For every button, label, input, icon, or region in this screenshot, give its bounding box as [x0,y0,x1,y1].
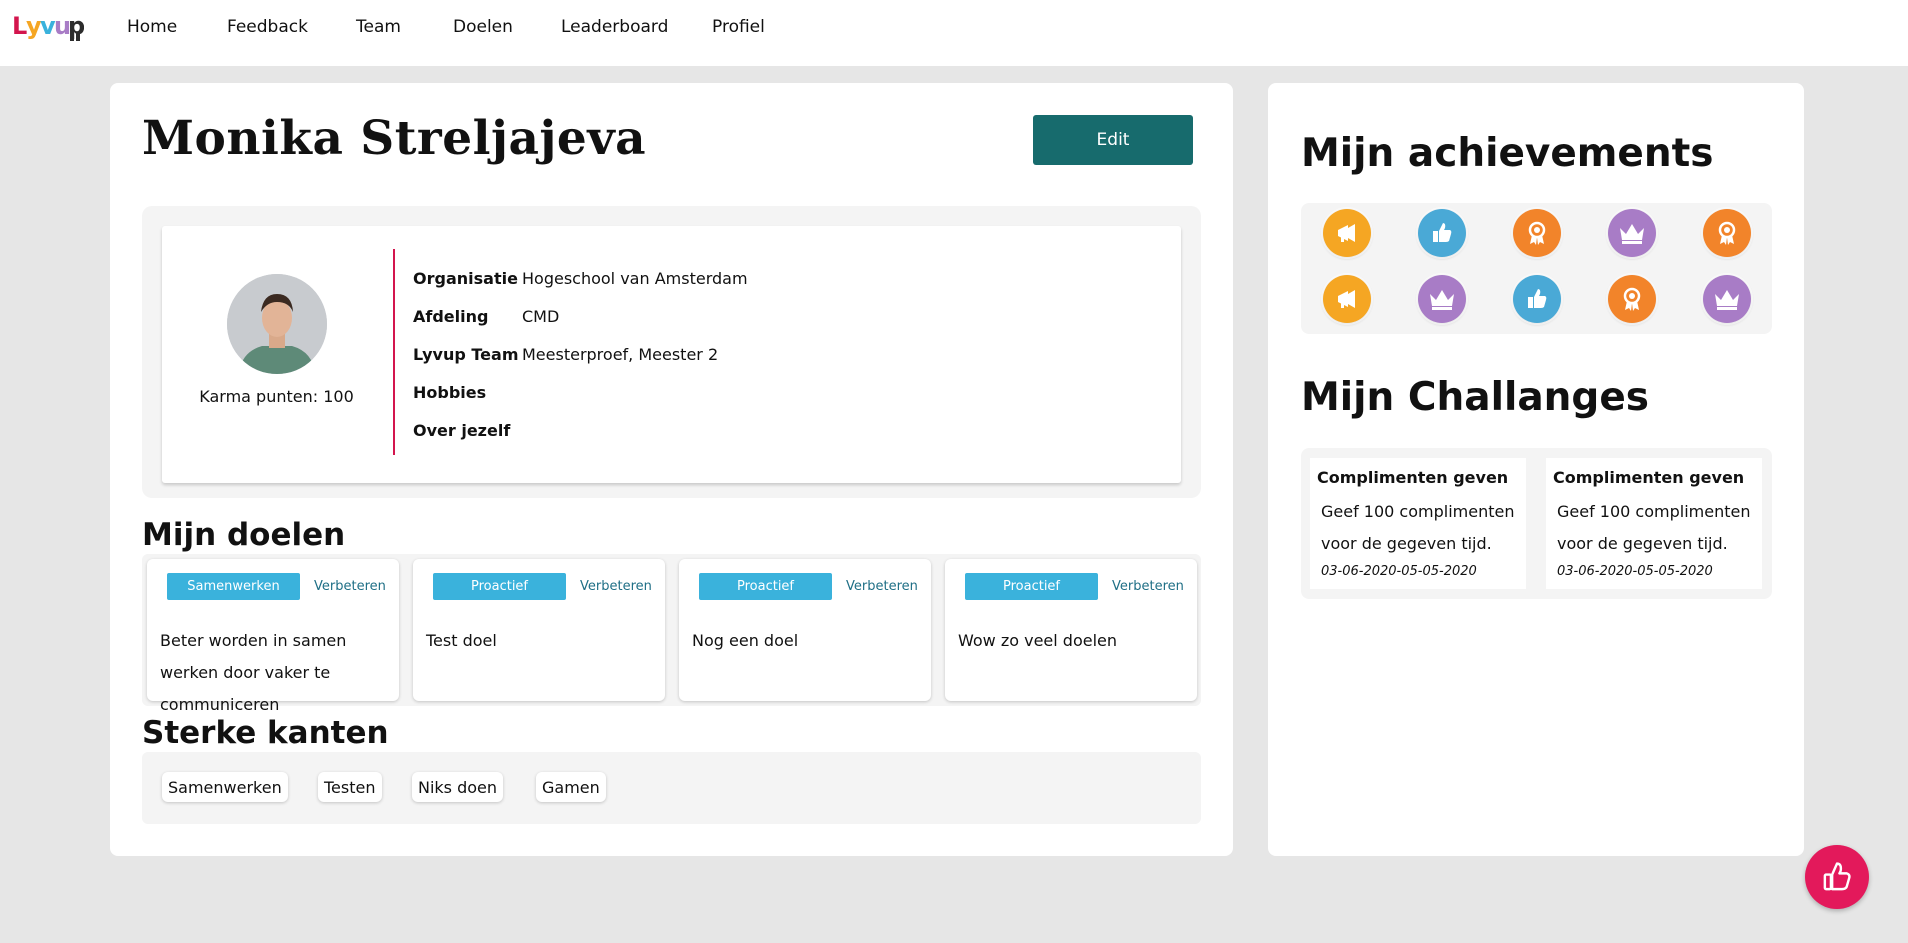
improve-link[interactable]: Verbeteren [1112,579,1184,594]
improve-link[interactable]: Verbeteren [580,579,652,594]
info-label: Afdeling [413,307,489,326]
medal-icon[interactable] [1703,209,1751,257]
karma-points: Karma punten: 100 [199,387,354,406]
goal-text: Test doel [426,631,497,650]
info-label: Organisatie [413,269,518,288]
challenge-title: Complimenten geven [1317,468,1509,487]
info-value: Meesterproef, Meester 2 [522,345,719,364]
profile-info-section: Karma punten: 100 Organisatie Hogeschool… [142,206,1201,498]
give-compliment-button[interactable] [1805,845,1869,909]
strength-chip: Testen [318,772,382,802]
challenge-card[interactable]: Complimenten geven Geef 100 complimenten… [1310,458,1526,589]
nav-team[interactable]: Team [356,17,401,37]
challenge-card[interactable]: Complimenten geven Geef 100 complimenten… [1546,458,1762,589]
nav-leaderboard[interactable]: Leaderboard [561,17,668,37]
crown-icon[interactable] [1703,275,1751,323]
nav-profiel[interactable]: Profiel [712,17,765,37]
thumbs-up-icon[interactable] [1513,275,1561,323]
goal-tag: Proactief [699,573,832,600]
thumbs-up-icon[interactable] [1418,209,1466,257]
achievements-panel: Mijn achievements Mijn Challanges Compli… [1268,83,1804,856]
medal-icon[interactable] [1608,275,1656,323]
svg-text:L: L [12,12,27,40]
medal-icon[interactable] [1513,209,1561,257]
goal-tag: Proactief [433,573,566,600]
improve-link[interactable]: Verbeteren [314,579,386,594]
challenge-description: Geef 100 complimenten voor de gegeven ti… [1321,502,1515,553]
strengths-title: Sterke kanten [142,715,389,751]
info-label: Lyvup Team [413,345,519,364]
page-title: Monika Streljajeva [142,111,647,166]
challenge-dates: 03-06-2020-05-05-2020 [1321,564,1477,579]
divider [393,249,395,455]
goal-text: Beter worden in samen werken door vaker … [160,631,347,714]
nav-home[interactable]: Home [127,17,177,37]
nav-doelen[interactable]: Doelen [453,17,513,37]
avatar [227,274,327,374]
challenges-title: Mijn Challanges [1301,375,1649,420]
crown-icon[interactable] [1608,209,1656,257]
achievements-grid [1301,203,1772,334]
goals-title: Mijn doelen [142,517,346,553]
megaphone-icon[interactable] [1323,275,1371,323]
top-nav: L y v u p Home Feedback Team Doelen Lead… [0,0,1908,66]
goal-card[interactable]: Proactief Verbeteren Test doel [413,559,665,701]
profile-card: Karma punten: 100 Organisatie Hogeschool… [162,226,1181,483]
strengths-list: Samenwerken Testen Niks doen Gamen [142,752,1201,824]
lyvup-logo[interactable]: L y v u p [12,10,85,44]
strength-chip: Samenwerken [162,772,288,802]
goal-tag: Proactief [965,573,1098,600]
improve-link[interactable]: Verbeteren [846,579,918,594]
edit-button[interactable]: Edit [1033,115,1193,165]
goal-card[interactable]: Proactief Verbeteren Nog een doel [679,559,931,701]
strength-chip: Gamen [536,772,606,802]
challenges-list: Complimenten geven Geef 100 complimenten… [1301,448,1772,599]
goal-text: Wow zo veel doelen [958,631,1118,650]
goal-card[interactable]: Proactief Verbeteren Wow zo veel doelen [945,559,1197,701]
goals-list: Samenwerken Verbeteren Beter worden in s… [142,554,1201,714]
nav-feedback[interactable]: Feedback [227,17,308,37]
profile-panel: Monika Streljajeva Edit Karma punten: 10… [110,83,1233,856]
challenge-dates: 03-06-2020-05-05-2020 [1557,564,1713,579]
strength-chip: Niks doen [412,772,504,802]
info-value: Hogeschool van Amsterdam [522,269,748,288]
goal-card[interactable]: Samenwerken Verbeteren Beter worden in s… [147,559,399,714]
goal-text: Nog een doel [692,631,799,650]
challenge-title: Complimenten geven [1553,468,1745,487]
info-label: Hobbies [413,383,487,402]
challenge-description: Geef 100 complimenten voor de gegeven ti… [1557,502,1751,553]
info-label: Over jezelf [413,421,511,440]
megaphone-icon[interactable] [1323,209,1371,257]
crown-icon[interactable] [1418,275,1466,323]
achievements-title: Mijn achievements [1301,131,1714,176]
info-value: CMD [522,307,560,326]
thumbs-up-icon [1823,862,1851,891]
goal-tag: Samenwerken [167,573,300,600]
